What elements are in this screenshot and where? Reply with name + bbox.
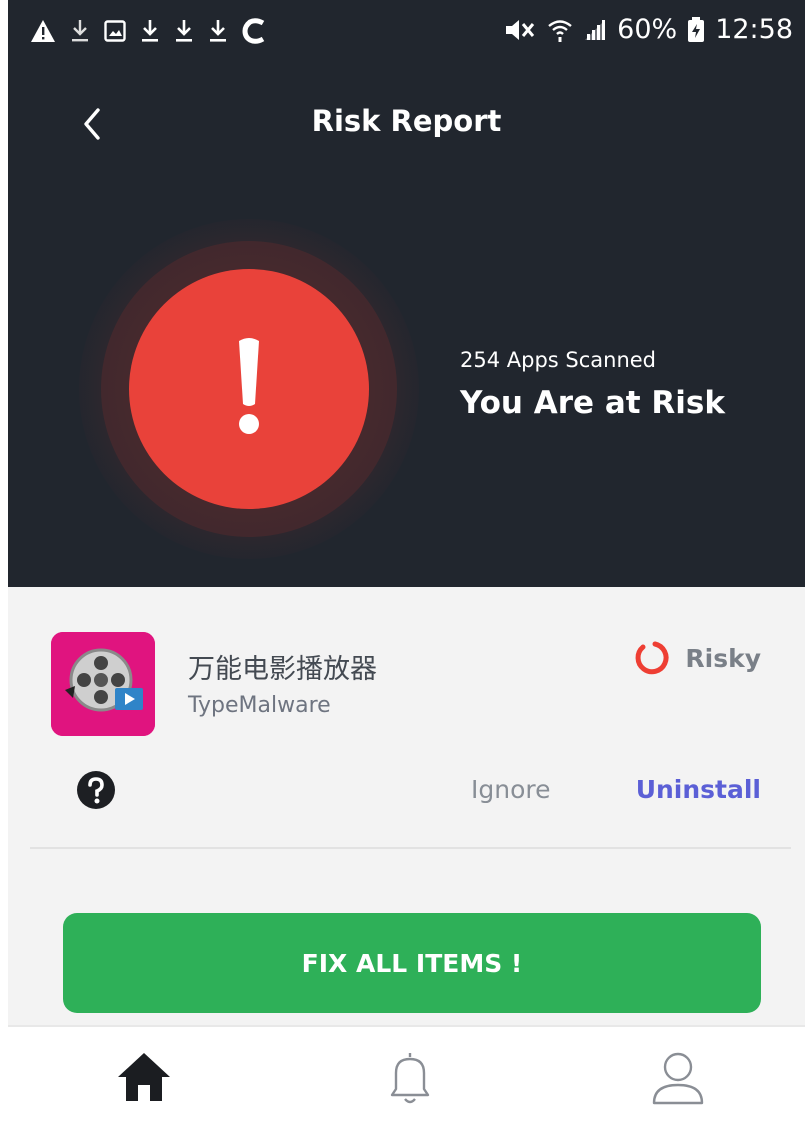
risk-status-message: You Are at Risk: [460, 385, 725, 421]
c-icon: [242, 18, 265, 44]
battery-percent: 60%: [617, 14, 678, 45]
apps-scanned-count: 254 Apps Scanned: [460, 348, 657, 372]
uninstall-button[interactable]: Uninstall: [636, 775, 761, 804]
fix-all-button[interactable]: FIX ALL ITEMS !: [63, 913, 761, 1013]
fix-all-label: FIX ALL ITEMS !: [301, 948, 523, 978]
phone-screen: 60% 12:58 Risk Report 254 Apps Scanned Y…: [0, 0, 805, 1121]
notification-icons: [30, 18, 266, 44]
risk-alert-graphic: [79, 219, 419, 559]
film-reel-icon: [51, 632, 155, 736]
nav-profile[interactable]: [646, 1045, 710, 1109]
nav-notifications[interactable]: [378, 1045, 442, 1109]
battery-icon: [688, 16, 705, 42]
app-icon: [51, 632, 155, 736]
download-icon: [142, 20, 158, 42]
download-icon: [176, 20, 192, 42]
warning-icon: [31, 20, 55, 42]
bell-icon: [390, 1053, 430, 1104]
risk-status: Risky: [633, 639, 761, 677]
bottom-navigation: [8, 1025, 805, 1121]
risk-report-header: 60% 12:58 Risk Report 254 Apps Scanned Y…: [8, 0, 805, 587]
status-bar: 60% 12:58: [8, 0, 805, 78]
signal-icon: [585, 19, 606, 40]
clock: 12:58: [715, 14, 793, 45]
page-title: Risk Report: [311, 104, 502, 138]
question-icon: [77, 771, 115, 809]
download-icon: [72, 20, 88, 42]
system-status: 60% 12:58: [503, 14, 793, 45]
profile-icon: [652, 1052, 704, 1105]
threat-type: TypeMalware: [188, 693, 331, 718]
home-icon: [118, 1053, 170, 1101]
help-button[interactable]: [76, 770, 116, 810]
download-icon: [210, 20, 226, 42]
risk-ring-icon: [635, 641, 669, 675]
risk-status-label: Risky: [685, 643, 761, 673]
app-name: 万能电影播放器: [188, 654, 377, 685]
ignore-button[interactable]: Ignore: [471, 775, 551, 804]
divider: [30, 847, 791, 849]
risk-list: 万能电影播放器 TypeMalware Risky Ignore Uninsta…: [8, 587, 805, 1025]
nav-home[interactable]: [112, 1045, 176, 1109]
image-icon: [104, 20, 126, 42]
wifi-icon: [548, 19, 572, 42]
exclamation-icon: [239, 338, 259, 434]
mute-icon: [506, 19, 535, 40]
